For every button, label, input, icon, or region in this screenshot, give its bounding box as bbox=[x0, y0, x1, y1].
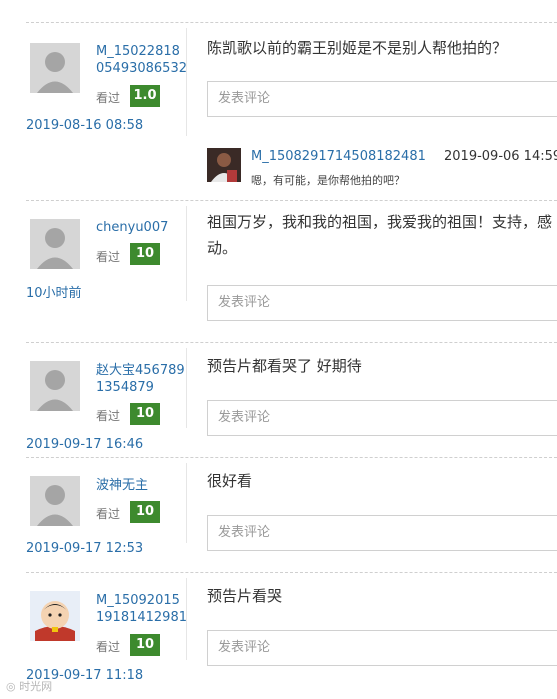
user-photo-icon bbox=[207, 148, 241, 182]
weibo-icon: ◎ bbox=[6, 680, 16, 693]
comment-item: 赵大宝4567891354879 看过 10 2019-09-17 16:46 … bbox=[26, 342, 557, 456]
watermark: ◎ 时光网 bbox=[6, 678, 52, 694]
seen-label: 看过 bbox=[96, 409, 121, 423]
reply-input[interactable]: 发表评论 bbox=[207, 285, 557, 321]
username-link[interactable]: chenyu007 bbox=[96, 219, 188, 236]
avatar[interactable] bbox=[30, 476, 80, 526]
divider bbox=[186, 578, 187, 660]
username-link[interactable]: M_1509201519181412981 bbox=[96, 592, 188, 626]
username-link[interactable]: 赵大宝4567891354879 bbox=[96, 362, 188, 396]
avatar[interactable] bbox=[30, 591, 80, 641]
reply-avatar[interactable] bbox=[207, 148, 241, 182]
watermark-text: 时光网 bbox=[19, 680, 53, 693]
comment-time: 2019-09-17 12:53 bbox=[26, 541, 144, 556]
comment-content: 预告片看哭 bbox=[207, 587, 283, 605]
comment-item: 波神无主 看过 10 2019-09-17 12:53 很好看 发表评论 bbox=[26, 457, 557, 571]
comment-time: 2019-08-16 08:58 bbox=[26, 118, 144, 133]
score-badge: 10 bbox=[130, 403, 160, 425]
seen-label: 看过 bbox=[96, 250, 121, 264]
avatar[interactable] bbox=[30, 219, 80, 269]
comment-content: 预告片都看哭了 好期待 bbox=[207, 357, 362, 375]
avatar[interactable] bbox=[30, 361, 80, 411]
reply-input[interactable]: 发表评论 bbox=[207, 515, 557, 551]
comment-item: M_1509201519181412981 看过 10 2019-09-17 1… bbox=[26, 572, 557, 699]
divider bbox=[186, 463, 187, 543]
cartoon-avatar-icon bbox=[30, 591, 80, 641]
score-badge: 1.0 bbox=[130, 85, 160, 107]
default-avatar-icon bbox=[30, 361, 80, 411]
score-badge: 10 bbox=[130, 501, 160, 523]
comment-content: 很好看 bbox=[207, 472, 253, 490]
reply-username-link[interactable]: M_1508291714508182481 bbox=[251, 149, 426, 164]
score-badge: 10 bbox=[130, 634, 160, 656]
reply-input[interactable]: 发表评论 bbox=[207, 400, 557, 436]
divider bbox=[186, 28, 187, 136]
avatar[interactable] bbox=[30, 43, 80, 93]
divider bbox=[186, 206, 187, 301]
username-link[interactable]: M_1502281805493086532 bbox=[96, 43, 188, 77]
reply-input[interactable]: 发表评论 bbox=[207, 630, 557, 666]
seen-label: 看过 bbox=[96, 91, 121, 105]
divider bbox=[186, 348, 187, 428]
comment-item: chenyu007 看过 10 10小时前 祖国万岁，我和我的祖国，我爱我的祖国… bbox=[26, 200, 557, 341]
default-avatar-icon bbox=[30, 43, 80, 93]
score-badge: 10 bbox=[130, 243, 160, 265]
username-link[interactable]: 波神无主 bbox=[96, 477, 188, 494]
seen-label: 看过 bbox=[96, 507, 121, 521]
reply-time: 2019-09-06 14:59 bbox=[444, 149, 557, 164]
comment-content: 祖国万岁，我和我的祖国，我爱我的祖国！支持，感动。 bbox=[207, 213, 553, 257]
seen-label: 看过 bbox=[96, 640, 121, 654]
comment-time: 2019-09-17 16:46 bbox=[26, 437, 144, 452]
comment-time: 10小时前 bbox=[26, 286, 82, 301]
default-avatar-icon bbox=[30, 476, 80, 526]
reply-input[interactable]: 发表评论 bbox=[207, 81, 557, 117]
comment-content: 陈凯歌以前的霸王别姬是不是别人帮他拍的？ bbox=[207, 39, 508, 57]
reply-text: 嗯，有可能，是你帮他拍的吧？ bbox=[251, 174, 405, 187]
default-avatar-icon bbox=[30, 219, 80, 269]
comment-item: M_1502281805493086532 看过 1.0 2019-08-16 … bbox=[26, 22, 557, 203]
